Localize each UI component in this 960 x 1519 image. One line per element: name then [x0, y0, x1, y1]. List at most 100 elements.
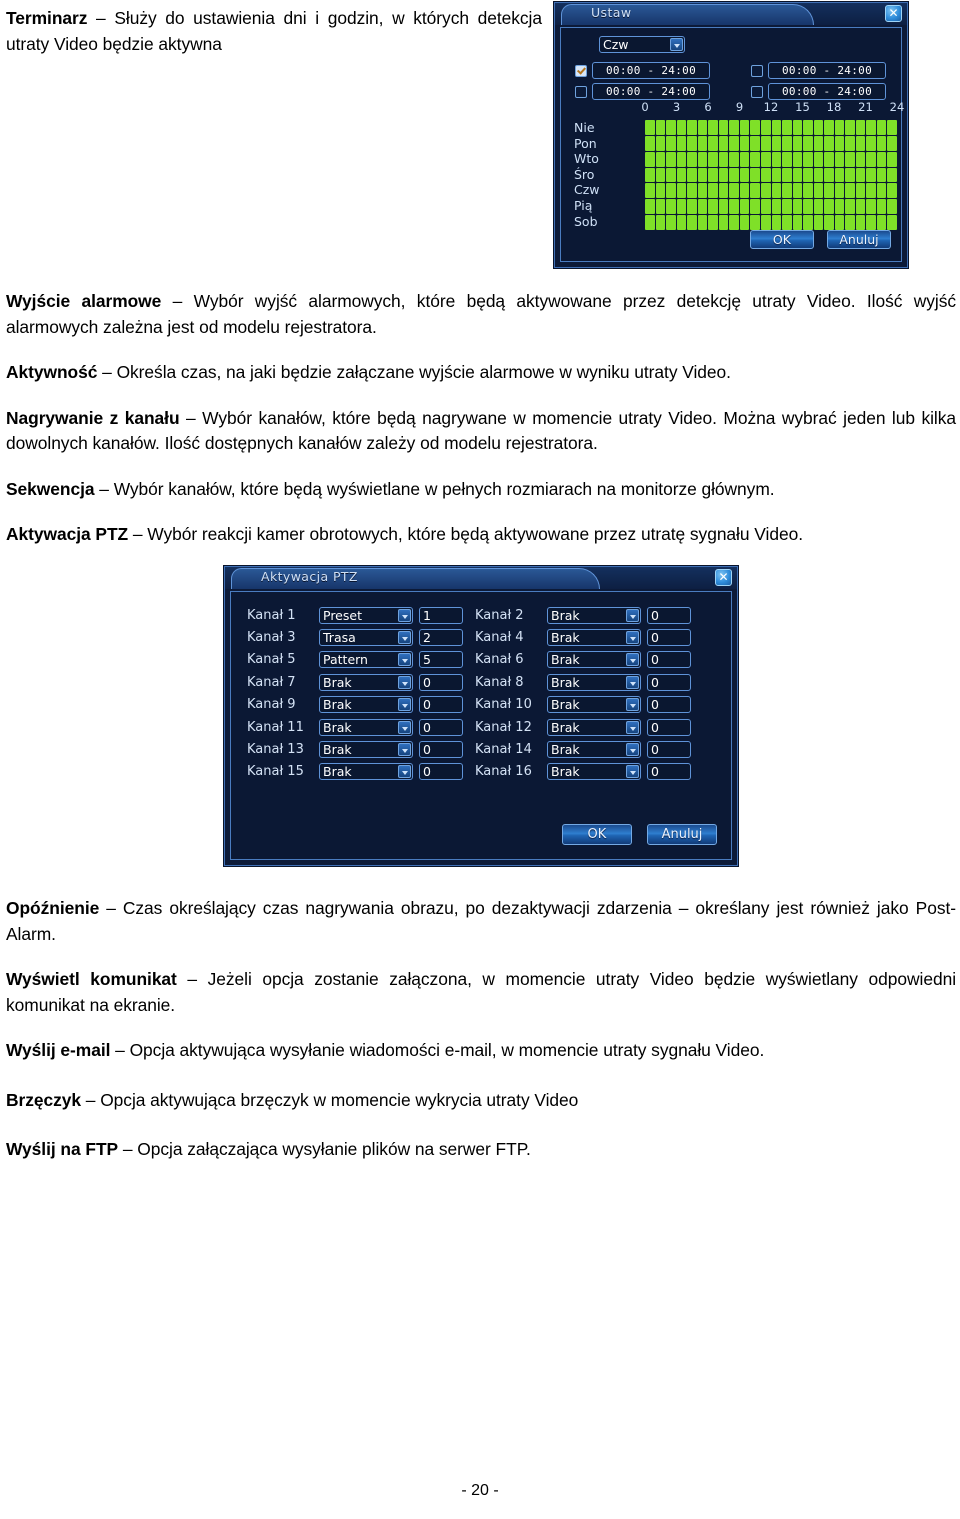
chevron-down-icon[interactable] [626, 675, 639, 689]
ptz-mode-select[interactable]: Brak [319, 763, 413, 781]
schedule-cell[interactable] [834, 167, 845, 183]
schedule-cell[interactable] [750, 120, 760, 135]
schedule-cell[interactable] [824, 199, 834, 215]
schedule-cell[interactable] [834, 151, 845, 167]
schedule-cell[interactable] [782, 167, 792, 183]
schedule-cell[interactable] [729, 135, 739, 151]
schedule-cell[interactable] [760, 215, 771, 230]
schedule-cell[interactable] [729, 151, 739, 167]
schedule-cell[interactable] [803, 215, 813, 230]
ptz-mode-select[interactable]: Brak [547, 651, 641, 669]
schedule-cell[interactable] [729, 199, 739, 215]
ptz-value-input[interactable]: 1 [419, 606, 463, 624]
schedule-cell[interactable] [687, 183, 697, 199]
schedule-cell[interactable] [887, 120, 897, 135]
schedule-cell[interactable] [824, 135, 834, 151]
schedule-cell[interactable] [782, 151, 792, 167]
schedule-cell[interactable] [855, 215, 866, 230]
ptz-mode-select[interactable]: Brak [319, 718, 413, 736]
schedule-cell[interactable] [708, 151, 718, 167]
ptz-value-input[interactable]: 0 [419, 718, 463, 736]
chevron-down-icon[interactable] [398, 765, 411, 779]
ptz-mode-select[interactable]: Brak [319, 696, 413, 714]
ptz-value-input[interactable]: 2 [419, 629, 463, 647]
schedule-cell[interactable] [887, 135, 897, 151]
schedule-cell[interactable] [697, 151, 708, 167]
period-2-checkbox[interactable] [575, 85, 587, 98]
schedule-cell[interactable] [655, 167, 666, 183]
schedule-cell[interactable] [866, 215, 876, 230]
schedule-cell[interactable] [876, 135, 887, 151]
ptz-value-input[interactable]: 0 [647, 696, 691, 714]
schedule-cell[interactable] [739, 151, 750, 167]
schedule-cell[interactable] [792, 215, 803, 230]
schedule-cell[interactable] [824, 167, 834, 183]
schedule-cell[interactable] [718, 167, 729, 183]
schedule-cell[interactable] [866, 167, 876, 183]
schedule-cell[interactable] [760, 120, 771, 135]
chevron-down-icon[interactable] [398, 653, 411, 667]
schedule-cell[interactable] [876, 167, 887, 183]
schedule-cell[interactable] [697, 135, 708, 151]
chevron-down-icon[interactable] [398, 720, 411, 734]
schedule-cell[interactable] [866, 151, 876, 167]
schedule-cell[interactable] [760, 167, 771, 183]
schedule-cell[interactable] [645, 183, 655, 199]
ptz-activation-dialog[interactable]: Aktywacja PTZ ✕ Kanał 1 Preset 1 Kanał 2 Bra… [224, 566, 738, 866]
schedule-cell[interactable] [855, 135, 866, 151]
schedule-cell[interactable] [834, 183, 845, 199]
schedule-cell[interactable] [645, 199, 655, 215]
schedule-cell[interactable] [887, 199, 897, 215]
schedule-cell[interactable] [676, 120, 687, 135]
schedule-cell[interactable] [666, 167, 676, 183]
ptz-mode-select[interactable]: Preset [319, 606, 413, 624]
schedule-cell[interactable] [666, 199, 676, 215]
ptz-mode-select[interactable]: Brak [547, 673, 641, 691]
schedule-cell[interactable] [718, 135, 729, 151]
schedule-cell[interactable] [718, 151, 729, 167]
chevron-down-icon[interactable] [670, 38, 683, 51]
schedule-cell[interactable] [813, 135, 824, 151]
schedule-cell[interactable] [750, 199, 760, 215]
schedule-cell[interactable] [729, 183, 739, 199]
ptz-value-input[interactable]: 5 [419, 651, 463, 669]
schedule-cell[interactable] [782, 215, 792, 230]
schedule-cell[interactable] [655, 215, 666, 230]
schedule-cell[interactable] [729, 215, 739, 230]
schedule-cell[interactable] [803, 199, 813, 215]
chevron-down-icon[interactable] [626, 608, 639, 622]
chevron-down-icon[interactable] [626, 631, 639, 645]
ok-button[interactable]: OK [749, 230, 814, 249]
schedule-cell[interactable] [813, 183, 824, 199]
schedule-cell[interactable] [803, 183, 813, 199]
schedule-cell[interactable] [771, 135, 782, 151]
chevron-down-icon[interactable] [398, 631, 411, 645]
schedule-cell[interactable] [771, 151, 782, 167]
schedule-cell[interactable] [718, 120, 729, 135]
schedule-cell[interactable] [845, 135, 855, 151]
schedule-cell[interactable] [655, 120, 666, 135]
ptz-value-input[interactable]: 0 [419, 763, 463, 781]
schedule-cell[interactable] [655, 183, 666, 199]
ptz-mode-select[interactable]: Brak [547, 629, 641, 647]
schedule-cell[interactable] [771, 120, 782, 135]
schedule-cell[interactable] [708, 199, 718, 215]
schedule-cell[interactable] [676, 215, 687, 230]
schedule-cell[interactable] [760, 151, 771, 167]
schedule-cell[interactable] [697, 183, 708, 199]
schedule-cell[interactable] [708, 167, 718, 183]
schedule-cell[interactable] [855, 183, 866, 199]
ptz-value-input[interactable]: 0 [647, 741, 691, 759]
schedule-cell[interactable] [803, 151, 813, 167]
schedule-cell[interactable] [834, 199, 845, 215]
schedule-cell[interactable] [760, 199, 771, 215]
schedule-cell[interactable] [792, 199, 803, 215]
period-4-time[interactable]: 00:00 - 24:00 [768, 83, 886, 100]
schedule-cell[interactable] [697, 167, 708, 183]
schedule-cell[interactable] [771, 199, 782, 215]
schedule-cell[interactable] [708, 183, 718, 199]
schedule-cell[interactable] [687, 167, 697, 183]
schedule-cell[interactable] [824, 183, 834, 199]
chevron-down-icon[interactable] [626, 720, 639, 734]
schedule-cell[interactable] [760, 135, 771, 151]
